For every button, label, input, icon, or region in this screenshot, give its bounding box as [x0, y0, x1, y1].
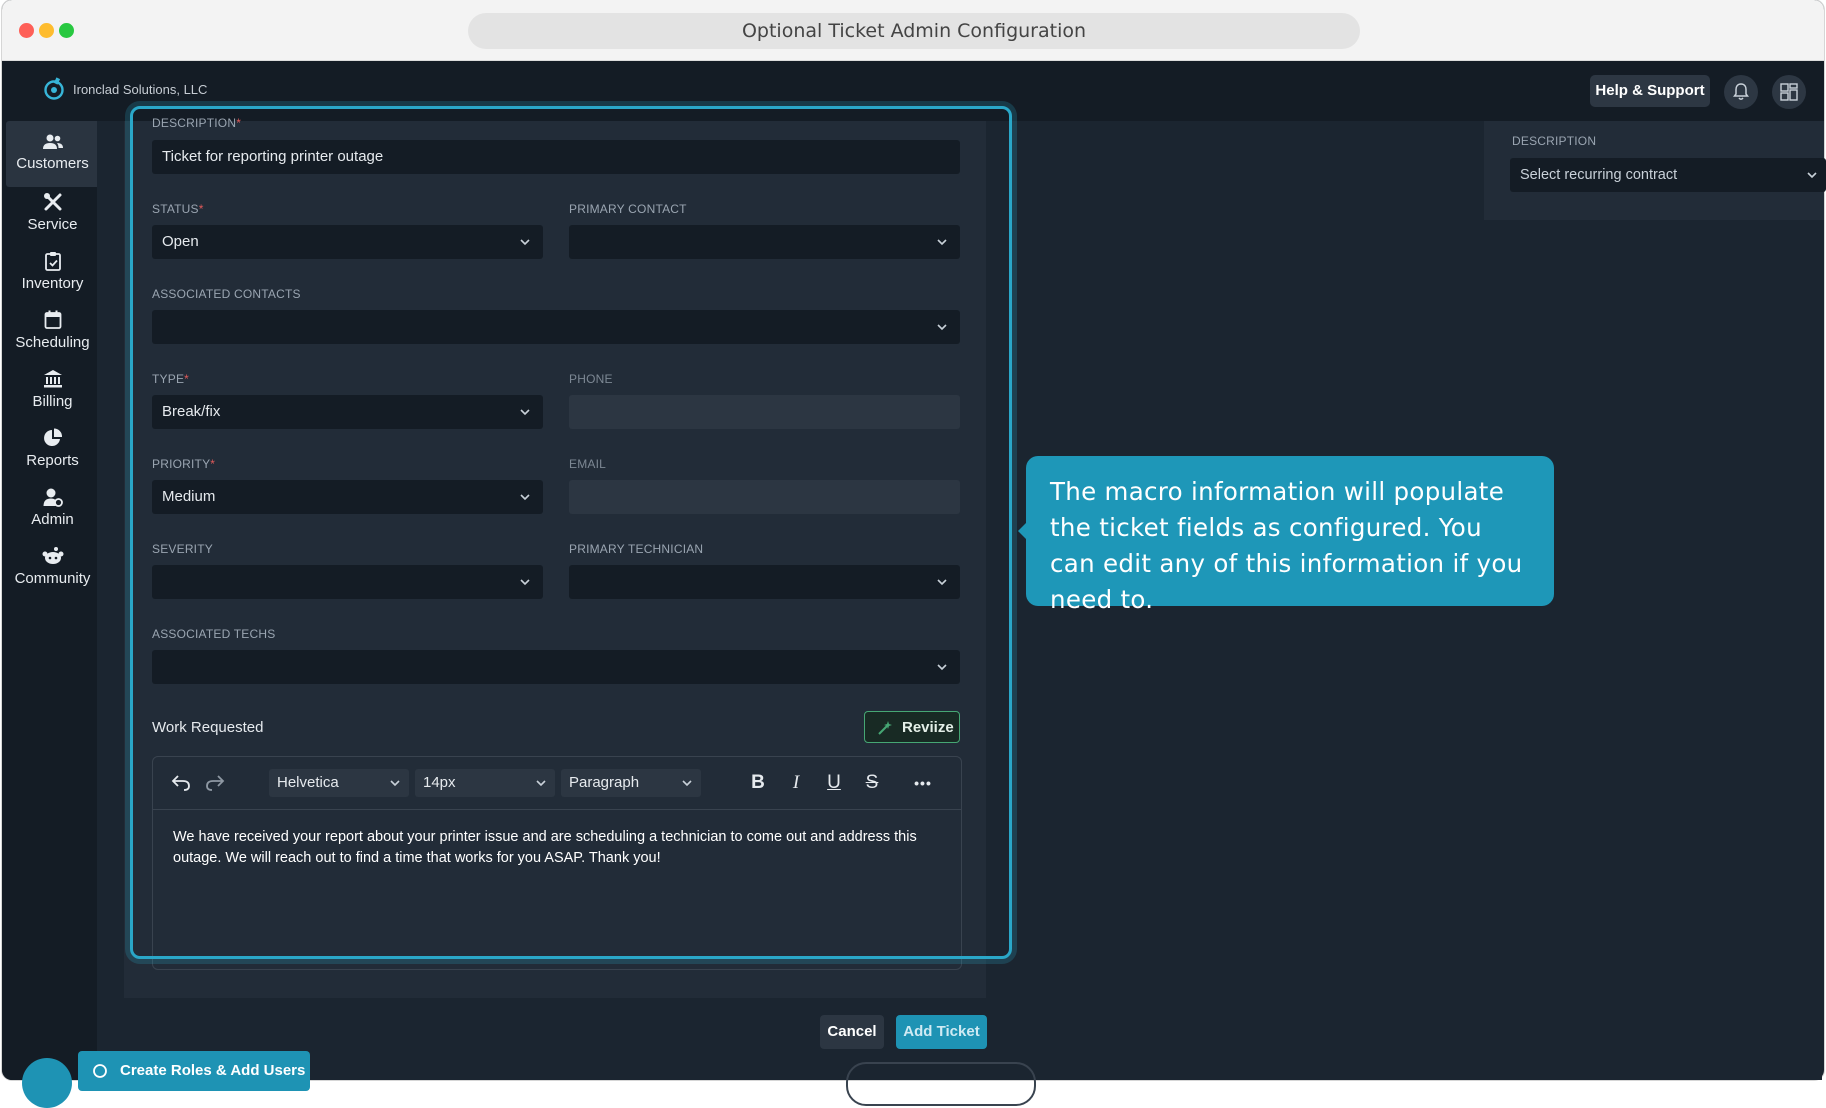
community-icon [42, 547, 63, 564]
pie-chart-icon [43, 428, 62, 446]
tools-icon [43, 193, 61, 211]
bell-icon [1733, 83, 1749, 100]
user-gear-icon [43, 488, 63, 507]
sidebar-item-label: Community [14, 570, 91, 587]
sidebar-item-label: Service [27, 216, 78, 233]
bottom-pill-outline[interactable] [846, 1062, 1036, 1106]
sidebar-nav: Customers Service Inventory Scheduling B… [2, 121, 99, 1080]
minimize-window-button[interactable] [39, 23, 54, 38]
sidebar-item-billing[interactable]: Billing [6, 357, 99, 423]
sidebar-item-customers[interactable]: Customers [6, 121, 99, 187]
create-roles-button[interactable]: Create Roles & Add Users [78, 1051, 310, 1091]
sidebar-item-label: Customers [16, 155, 89, 172]
chat-launcher-button[interactable] [22, 1058, 72, 1108]
sidebar-item-label: Billing [32, 393, 73, 410]
window-title: Optional Ticket Admin Configuration [468, 13, 1360, 49]
sidebar-item-label: Reports [26, 452, 79, 469]
sidebar-item-service[interactable]: Service [6, 180, 99, 246]
circle-icon [93, 1064, 107, 1078]
clipboard-icon [44, 252, 61, 271]
sidebar-item-community[interactable]: Community [6, 534, 99, 600]
sidebar-item-inventory[interactable]: Inventory [6, 239, 99, 305]
notifications-button[interactable] [1724, 75, 1758, 109]
bank-icon [43, 370, 62, 388]
sidebar-item-label: Inventory [21, 275, 84, 292]
title-bar: Optional Ticket Admin Configuration [2, 0, 1824, 61]
sidebar-item-scheduling[interactable]: Scheduling [6, 298, 99, 364]
focus-highlight [130, 106, 1012, 959]
recurring-contract-select[interactable]: Select recurring contract [1510, 158, 1826, 192]
maximize-window-button[interactable] [59, 23, 74, 38]
dashboard-button[interactable] [1772, 75, 1806, 109]
recurring-contract-placeholder: Select recurring contract [1520, 167, 1678, 183]
walkthrough-tooltip: The macro information will populate the … [1026, 456, 1554, 614]
sidebar-item-admin[interactable]: Admin [6, 475, 99, 541]
add-ticket-button[interactable]: Add Ticket [896, 1015, 987, 1049]
calendar-icon [44, 310, 61, 329]
sidebar-item-reports[interactable]: Reports [6, 416, 99, 482]
contract-description-label: DESCRIPTION [1512, 134, 1597, 148]
create-roles-label: Create Roles & Add Users [120, 1062, 306, 1079]
company-logo-icon [44, 77, 64, 100]
sidebar-item-label: Admin [31, 511, 74, 528]
close-window-button[interactable] [19, 23, 34, 38]
company-name: Ironclad Solutions, LLC [73, 82, 208, 97]
dashboard-icon [1780, 83, 1798, 101]
cancel-button[interactable]: Cancel [820, 1015, 884, 1049]
chevron-down-icon [1807, 172, 1817, 179]
help-support-button[interactable]: Help & Support [1590, 75, 1710, 107]
users-icon [42, 134, 63, 149]
sidebar-item-label: Scheduling [15, 334, 90, 351]
